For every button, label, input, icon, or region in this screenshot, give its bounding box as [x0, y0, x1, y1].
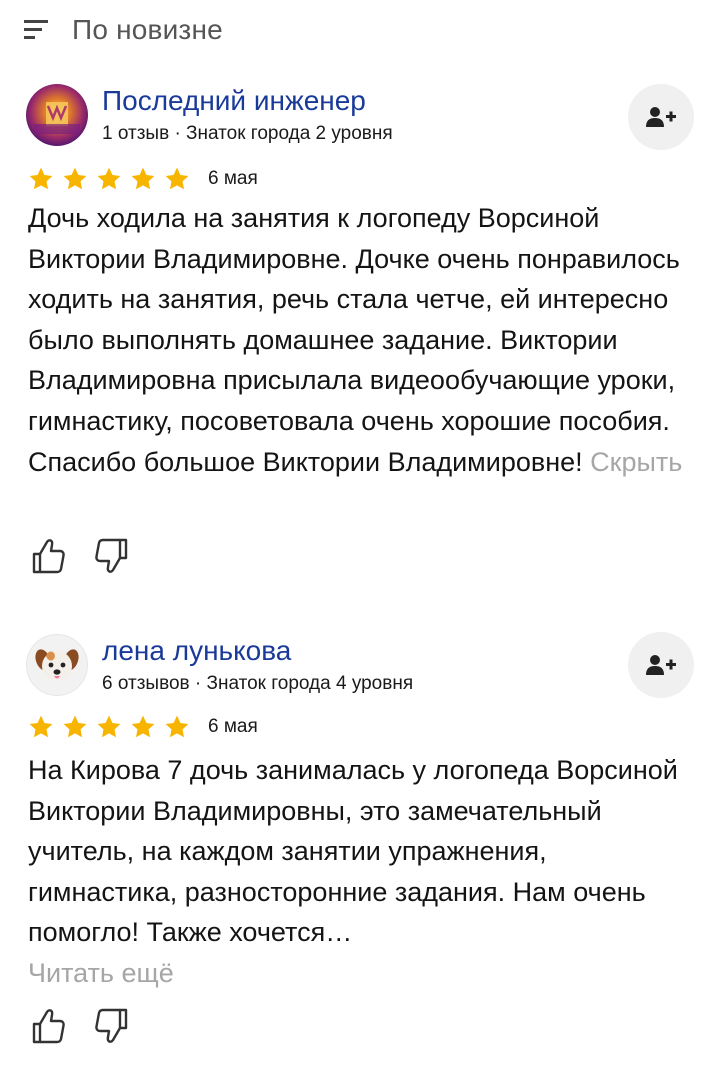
author-meta: 6 отзывов · Знаток города 4 уровня: [102, 673, 414, 694]
dislike-icon[interactable]: [94, 536, 130, 576]
review-body: На Кирова 7 дочь занималась у логопеда В…: [28, 755, 678, 948]
review-date: 6 мая: [208, 716, 258, 737]
star-icon: [29, 715, 53, 738]
read-more-link[interactable]: Читать ещё: [28, 958, 174, 988]
star-icon: [131, 167, 155, 190]
review-date: 6 мая: [208, 168, 258, 189]
subscribe-button[interactable]: [628, 84, 694, 150]
add-user-icon: [646, 107, 676, 127]
review-body: Дочь ходила на занятия к логопеду Ворсин…: [28, 203, 680, 477]
star-icon: [63, 167, 87, 190]
author-avatar[interactable]: [26, 634, 88, 696]
review-text: На Кирова 7 дочь занималась у логопеда В…: [28, 750, 696, 994]
vote-row: [30, 536, 158, 576]
like-icon[interactable]: [30, 1006, 66, 1046]
sort-bar[interactable]: По новизне: [0, 0, 720, 62]
vote-row: [30, 1006, 158, 1046]
star-icon: [131, 715, 155, 738]
star-icon: [165, 715, 189, 738]
author-meta: 1 отзыв · Знаток города 2 уровня: [102, 123, 393, 144]
star-icon: [63, 715, 87, 738]
review-text: Дочь ходила на занятия к логопеду Ворсин…: [28, 198, 696, 482]
sort-label[interactable]: По новизне: [72, 14, 223, 46]
star-icon: [165, 167, 189, 190]
subscribe-button[interactable]: [628, 632, 694, 698]
star-icon: [29, 167, 53, 190]
dog-avatar: [35, 649, 79, 681]
review-card: Последний инженер 1 отзыв · Знаток город…: [0, 84, 720, 584]
rating-stars: 6 мая: [28, 714, 258, 740]
add-user-icon: [646, 655, 676, 675]
avatar-photo: [26, 84, 88, 146]
author-name[interactable]: Последний инженер: [102, 84, 366, 118]
author-name[interactable]: лена лунькова: [102, 634, 291, 668]
like-icon[interactable]: [30, 536, 66, 576]
sort-lines-icon: [24, 20, 48, 39]
star-icon: [97, 715, 121, 738]
star-icon: [97, 167, 121, 190]
rating-stars: 6 мая: [28, 166, 258, 192]
collapse-link[interactable]: Скрыть: [590, 447, 682, 477]
review-card: лена лунькова 6 отзывов · Знаток города …: [0, 632, 720, 1074]
author-avatar[interactable]: [26, 84, 88, 146]
dislike-icon[interactable]: [94, 1006, 130, 1046]
